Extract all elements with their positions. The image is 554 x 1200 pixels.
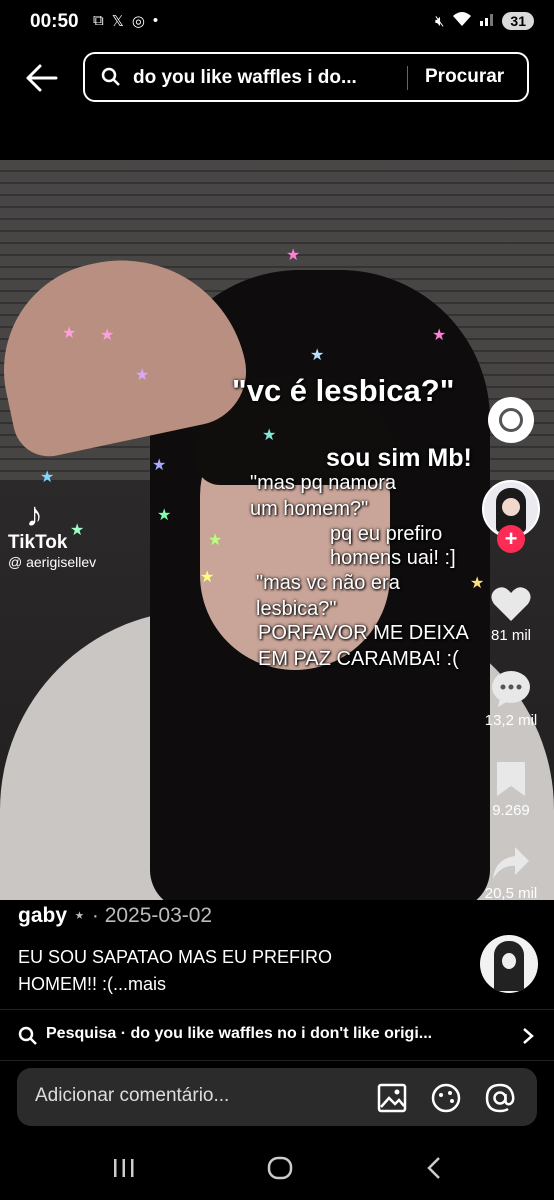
overlay-text: "vc é lesbica?": [232, 373, 455, 408]
star-sticker: ★: [286, 247, 301, 264]
dot-icon: •: [152, 12, 159, 29]
caption-line: HOMEM!! :(...mais: [18, 974, 166, 994]
mute-icon: 🔇︎: [434, 12, 445, 30]
wifi-icon: [452, 11, 472, 31]
search-icon: [18, 1026, 37, 1045]
save-button[interactable]: 9.269: [476, 760, 546, 819]
arrow-left-icon: [26, 64, 58, 92]
screen-icon: ⧉: [93, 12, 104, 29]
search-bar[interactable]: do you like waffles i do... Procurar: [83, 52, 529, 102]
bookmark-icon: [497, 762, 525, 796]
tiktok-logo-icon: ♪: [26, 496, 43, 534]
overlay-text: pq eu prefiro homens uai! :]: [330, 522, 456, 570]
post-username[interactable]: gaby: [18, 904, 67, 927]
status-bar: 00:50 ⧉ 𝕏 ◎ • 🔇︎ 31: [0, 0, 554, 46]
home-icon[interactable]: [267, 1156, 293, 1180]
watermark-handle: @ aerigisellev: [8, 554, 97, 570]
ai-button[interactable]: [476, 397, 546, 443]
star-sticker: ★: [152, 457, 167, 474]
recent-apps-icon[interactable]: [113, 1158, 135, 1178]
like-button[interactable]: 81 mil: [476, 585, 546, 644]
heart-icon: [491, 587, 531, 621]
star-sticker: ★: [100, 327, 115, 344]
search-submit-button[interactable]: Procurar: [425, 66, 504, 88]
mention-icon[interactable]: [484, 1082, 516, 1114]
post-date: 2025-03-02: [104, 904, 213, 927]
search-header: do you like waffles i do... Procurar: [0, 52, 554, 106]
system-nav-bar: [0, 1140, 554, 1200]
share-button[interactable]: 20,5 mil: [476, 845, 546, 900]
chevron-right-icon: [523, 1028, 534, 1044]
save-count: 9.269: [492, 802, 530, 819]
follow-plus-icon[interactable]: +: [497, 525, 525, 553]
x-icon: 𝕏: [111, 13, 124, 30]
image-icon[interactable]: [377, 1083, 407, 1113]
overlay-text: sou sim Mb!: [326, 444, 472, 472]
overlay-text-line: homens uai! :]: [330, 547, 456, 569]
comment-count: 13,2 mil: [484, 712, 538, 729]
overlay-text: "mas pq namora um homem?": [250, 470, 396, 522]
overlay-text-line: "mas vc não era: [256, 572, 400, 594]
system-icons: 🔇︎ 31: [435, 11, 534, 31]
comment-input[interactable]: Adicionar comentário...: [17, 1068, 537, 1126]
creator-avatar-button[interactable]: +: [476, 480, 546, 553]
overlay-text-line: pq eu prefiro: [330, 523, 443, 545]
share-count: 20,5 mil: [484, 885, 538, 900]
comment-placeholder[interactable]: Adicionar comentário...: [35, 1085, 229, 1107]
star-sticker: ★: [62, 325, 77, 342]
overlay-text: PORFAVOR ME DEIXA EM PAZ CARAMBA! :(: [258, 620, 469, 672]
star-sticker: ★: [200, 569, 215, 586]
overlay-text-line: PORFAVOR ME DEIXA: [258, 622, 469, 644]
caption-line: EU SOU SAPATAO MAS EU PREFIRO: [18, 947, 333, 967]
tiktok-watermark: ♪ TikTok @ aerigisellev: [8, 498, 128, 570]
status-time: 00:50: [30, 11, 79, 32]
overlay-text: "mas vc não era lesbica?": [256, 570, 400, 622]
related-search-bar[interactable]: Pesquisa · do you like waffles no i don'…: [0, 1009, 554, 1061]
video-player[interactable]: ★ ★ ★ ★ ★ ★ ★ ★ ★ ★ ★ ★ ★ ★ "vc é lesbic…: [0, 160, 554, 900]
search-icon: [101, 67, 121, 92]
watermark-brand: TikTok: [8, 532, 68, 553]
back-button[interactable]: [26, 64, 62, 94]
share-arrow-icon: [493, 847, 529, 879]
notification-icons: ⧉ 𝕏 ◎ •: [93, 12, 158, 30]
overlay-text-line: EM PAZ CARAMBA! :(: [258, 648, 459, 670]
post-caption[interactable]: EU SOU SAPATAO MAS EU PREFIRO HOMEM!! :(…: [18, 944, 458, 998]
related-search-text: Pesquisa · do you like waffles no i don'…: [46, 1025, 433, 1042]
search-query[interactable]: do you like waffles i do...: [133, 67, 357, 89]
back-nav-icon[interactable]: [426, 1156, 442, 1180]
whatsapp-icon: ◎: [131, 13, 145, 30]
search-divider: [407, 66, 408, 90]
star-sticker: ★: [157, 507, 172, 524]
overlay-text-line: "mas pq namora: [250, 472, 397, 494]
music-disc-avatar[interactable]: [480, 935, 538, 993]
post-separator: ⋆ ·: [72, 904, 99, 927]
overlay-text-line: um homem?": [250, 498, 369, 520]
star-sticker: ★: [208, 532, 223, 549]
like-count: 81 mil: [490, 627, 531, 644]
star-sticker: ★: [262, 427, 277, 444]
comment-button[interactable]: 13,2 mil: [476, 670, 546, 729]
emoji-icon[interactable]: [430, 1082, 462, 1114]
post-meta: gaby ⋆ · 2025-03-02: [18, 903, 212, 928]
signal-icon: [480, 12, 494, 30]
comment-bubble-icon: [492, 671, 530, 707]
star-sticker: ★: [135, 367, 150, 384]
star-sticker: ★: [40, 469, 55, 486]
overlay-text-line: lesbica?": [256, 598, 337, 620]
ai-icon: [488, 397, 534, 443]
star-sticker: ★: [432, 327, 447, 344]
star-sticker: ★: [310, 347, 325, 364]
battery-indicator: 31: [502, 12, 534, 30]
